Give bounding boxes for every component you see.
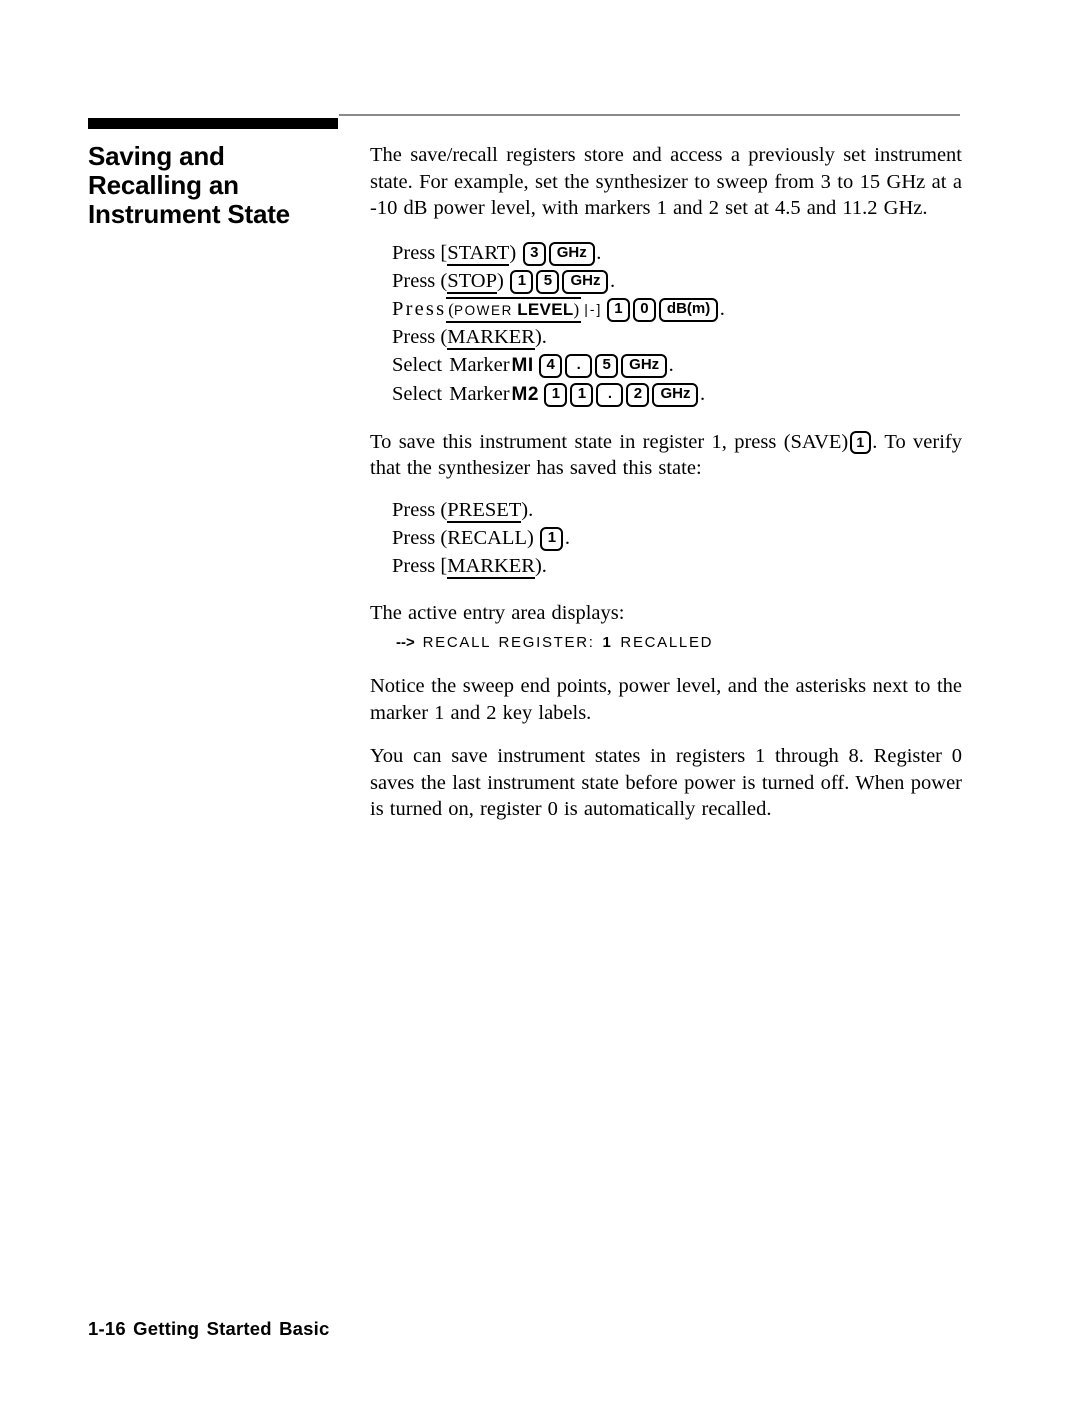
header-rule-thick-bar bbox=[88, 118, 338, 129]
step-press-stop: Press (STOP) 1 5 GHz. bbox=[392, 267, 962, 295]
page-footer: 1-16 Getting Started Basic bbox=[88, 1318, 330, 1339]
softkey-label-level: LEVEL bbox=[517, 299, 574, 319]
marker-2-label[interactable]: M2 bbox=[512, 384, 539, 405]
save-paragraph-before: To save this instrument state in registe… bbox=[370, 430, 849, 453]
hardkey-stop[interactable]: STOP bbox=[447, 269, 498, 294]
step-lead: Press bbox=[392, 325, 436, 348]
period: . bbox=[668, 353, 674, 376]
keycap-4[interactable]: 4 bbox=[539, 353, 563, 378]
step-press-recall: Press (RECALL) 1. bbox=[392, 524, 962, 552]
hardkey-preset[interactable]: PRESET bbox=[447, 498, 522, 523]
page-title-line-3: Instrument State bbox=[88, 199, 290, 229]
period: . bbox=[541, 325, 547, 348]
keycap-1[interactable]: 1 bbox=[544, 382, 568, 407]
step-press-start: Press [START) 3 GHz. bbox=[392, 239, 962, 267]
marker-1-label[interactable]: MI bbox=[512, 355, 534, 376]
page-title-line-1: Saving and bbox=[88, 141, 225, 171]
keycap-1[interactable]: 1 bbox=[510, 269, 534, 294]
step-lead: Press bbox=[392, 526, 436, 549]
hardkey-recall[interactable]: RECALL bbox=[447, 527, 527, 549]
step-lead: Press bbox=[392, 297, 447, 320]
period: . bbox=[596, 241, 602, 264]
setup-steps-list: Press [START) 3 GHz. Press (STOP) 1 5 GHz. … bbox=[370, 239, 962, 409]
step-press-preset: Press (PRESET). bbox=[392, 496, 962, 524]
step-press-power-level: Press (POWER LEVEL) |-] 1 0 dB(m). bbox=[392, 295, 962, 323]
keycap-register-1[interactable]: 1 bbox=[849, 430, 871, 454]
step-lead: Press bbox=[392, 554, 436, 577]
keycap-3[interactable]: 3 bbox=[522, 241, 546, 266]
verify-steps-list: Press (PRESET). Press (RECALL) 1. Press … bbox=[370, 496, 962, 580]
keycap-1b[interactable]: 1 bbox=[570, 382, 594, 407]
period: . bbox=[699, 382, 706, 405]
keycap-decimal-point[interactable]: . bbox=[596, 382, 624, 407]
registers-paragraph: You can save instrument states in regist… bbox=[370, 745, 962, 820]
save-paragraph: To save this instrument state in registe… bbox=[370, 429, 962, 482]
minus-sign-key[interactable]: |-] bbox=[584, 301, 602, 317]
hardkey-start[interactable]: START bbox=[447, 241, 510, 266]
period: . bbox=[564, 526, 571, 549]
step-press-marker: Press (MARKER). bbox=[392, 323, 962, 351]
notice-paragraph: Notice the sweep end points, power level… bbox=[370, 675, 962, 724]
step-lead: Select Marker bbox=[392, 353, 510, 376]
step-select-marker-1: Select Marker MI 4. 5 GHz. bbox=[392, 351, 962, 380]
step-select-marker-2: Select Marker M2 1 1. 2 GHz. bbox=[392, 380, 962, 409]
softkey-label-power: POWER bbox=[453, 302, 513, 318]
intro-paragraph: The save/recall registers store and acce… bbox=[370, 144, 962, 219]
step-lead: Press bbox=[392, 241, 436, 264]
softkey-paren-close: ) bbox=[573, 299, 580, 319]
hardkey-marker[interactable]: MARKER bbox=[447, 325, 535, 350]
keycap-ghz[interactable]: GHz bbox=[548, 241, 595, 266]
softkey-power-level[interactable]: (POWER LEVEL) bbox=[446, 296, 582, 323]
page-title: Saving and Recalling an Instrument State bbox=[88, 142, 338, 229]
header-rule bbox=[88, 114, 960, 129]
keycap-decimal-point[interactable]: . bbox=[565, 353, 593, 378]
period: . bbox=[719, 297, 725, 320]
period: . bbox=[609, 269, 616, 292]
readout-register-number: 1 bbox=[602, 634, 613, 651]
bracket-close: ) bbox=[534, 325, 542, 348]
readout-text-after: RECALLED bbox=[612, 634, 714, 651]
step-press-marker-verify: Press [MARKER). bbox=[392, 552, 962, 580]
bracket-close: ) bbox=[534, 554, 542, 577]
hardkey-marker[interactable]: MARKER bbox=[447, 554, 535, 579]
header-rule-thin-line bbox=[339, 114, 960, 116]
keycap-5[interactable]: 5 bbox=[536, 269, 560, 294]
keycap-ghz[interactable]: GHz bbox=[562, 269, 609, 294]
step-lead: Press bbox=[392, 269, 436, 292]
keycap-ghz[interactable]: GHz bbox=[652, 382, 699, 407]
keycap-ghz[interactable]: GHz bbox=[621, 353, 668, 378]
display-intro-paragraph: The active entry area displays: bbox=[370, 601, 625, 624]
page-title-line-2: Recalling an bbox=[88, 170, 239, 200]
keycap-2[interactable]: 2 bbox=[626, 382, 650, 407]
readout-arrow: --> bbox=[396, 634, 415, 651]
step-lead: Select Marker bbox=[392, 382, 510, 405]
keycap-0[interactable]: 0 bbox=[632, 297, 656, 322]
bracket-close: ) bbox=[509, 241, 517, 264]
keycap-1[interactable]: 1 bbox=[606, 297, 630, 322]
keycap-dbm[interactable]: dB(m) bbox=[658, 297, 719, 322]
body-column: The save/recall registers store and acce… bbox=[370, 142, 962, 840]
bracket-close: ) bbox=[497, 269, 504, 292]
bracket-close: ) bbox=[526, 526, 534, 549]
period: . bbox=[528, 498, 534, 521]
keycap-register-1[interactable]: 1 bbox=[540, 526, 564, 551]
display-readout-line: --> RECALL REGISTER: 1 RECALLED bbox=[396, 634, 962, 651]
step-lead: Press bbox=[392, 498, 436, 521]
readout-text-before: RECALL REGISTER: bbox=[414, 634, 603, 651]
period: . bbox=[541, 554, 547, 577]
keycap-5[interactable]: 5 bbox=[595, 353, 619, 378]
